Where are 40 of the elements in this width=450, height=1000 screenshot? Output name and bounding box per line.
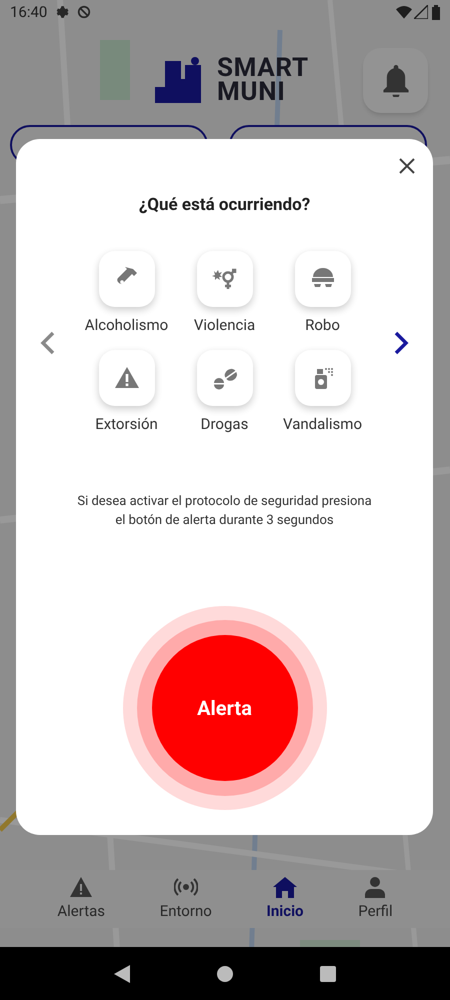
category-label: Drogas: [200, 414, 248, 435]
category-button[interactable]: [294, 350, 350, 406]
broadcast-icon: [174, 876, 198, 898]
category-label: Violencia: [194, 314, 256, 336]
alert-button[interactable]: Alerta: [152, 634, 298, 780]
category-label: Robo: [305, 314, 340, 336]
back-icon[interactable]: [114, 964, 130, 982]
settings-icon: [55, 5, 70, 19]
dialog-title: ¿Qué está ocurriendo?: [138, 194, 310, 217]
notification-button[interactable]: [363, 48, 428, 113]
warning-icon: [69, 876, 94, 898]
logo-icon: [155, 57, 203, 103]
category-label: Vandalismo: [282, 414, 362, 435]
category-button[interactable]: [196, 350, 252, 406]
nav-tab[interactable]: Entorno: [160, 870, 212, 928]
category-button[interactable]: [98, 350, 154, 406]
person-icon: [363, 876, 388, 898]
battery-icon: [432, 4, 440, 20]
chevron-right-icon[interactable]: [393, 331, 409, 355]
cell-signal-icon: [414, 5, 428, 19]
instruction-text: Si desea activar el protocolo de seguridad presiona el botón de alerta durante 3 segundos: [76, 492, 373, 530]
category-button[interactable]: [98, 250, 154, 306]
nav-tab[interactable]: Perfil: [358, 870, 393, 928]
recents-icon[interactable]: [320, 966, 336, 982]
no-sync-icon: [77, 5, 92, 19]
nav-tab[interactable]: Alertas: [57, 870, 106, 928]
wifi-icon: [396, 5, 412, 19]
logo-text: SMART: [217, 56, 309, 80]
nav-tab[interactable]: Inicio: [266, 870, 304, 928]
category-button[interactable]: [294, 250, 350, 306]
close-icon: [399, 158, 415, 174]
status-time: 16:40: [10, 2, 48, 23]
logo-text: MUNI: [217, 80, 286, 104]
category-label: Alcoholismo: [84, 314, 168, 336]
home-icon: [273, 876, 298, 898]
home-icon[interactable]: [216, 966, 233, 982]
close-button[interactable]: [397, 156, 417, 176]
bell-icon: [382, 64, 410, 96]
category-button[interactable]: [196, 250, 252, 306]
category-label: Extorsión: [95, 414, 158, 435]
